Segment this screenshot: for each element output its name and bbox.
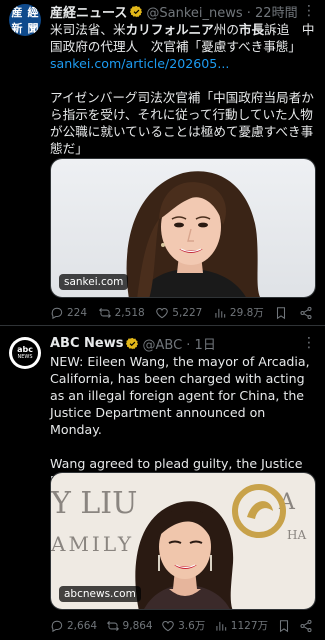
repost-count: 2,518	[114, 306, 145, 319]
like-button[interactable]: 3.6万	[161, 618, 205, 633]
tweet-actions: 2,664 9,864 3.6万 1127万	[50, 618, 313, 633]
verified-gold-icon	[130, 5, 143, 17]
reply-button[interactable]: 2,664	[50, 619, 97, 633]
repost-icon	[98, 307, 111, 318]
like-count: 5,227	[172, 306, 203, 319]
views-bar-chart-icon	[215, 308, 226, 318]
text-part: 米司法省、米	[50, 22, 126, 37]
view-count: 1127万	[230, 620, 269, 632]
repost-icon	[106, 620, 119, 631]
heart-icon	[156, 307, 169, 318]
avatar-char: 聞	[27, 21, 39, 35]
author-name[interactable]: ABC News	[50, 336, 123, 351]
tweet-text: 米司法省、米カリフォルニア州の市長訴追 中国政府の代理人 次官補「憂慮すべき事態…	[50, 21, 317, 55]
heart-icon	[162, 620, 174, 631]
sankei-avatar[interactable]: 産 經 新 聞	[9, 4, 41, 36]
backdrop-text: HA	[287, 528, 306, 542]
tweet-quote: アイゼンバーグ司法次官補「中国政府当局者から指示を受け、それに従って行動していた…	[50, 90, 314, 156]
logo-text-news: NEWS	[17, 354, 33, 360]
author-name[interactable]: 産経ニュース	[50, 2, 127, 21]
share-icon	[300, 306, 312, 319]
backdrop-text: Y LIU	[51, 486, 137, 521]
tweet-header: ABC News @ABC · 1日 ⋮	[50, 334, 317, 353]
views-button[interactable]: 1127万	[214, 618, 268, 633]
abc-avatar[interactable]: abc NEWS	[9, 337, 41, 369]
views-button[interactable]: 29.8万	[213, 305, 264, 320]
avatar-char: 經	[27, 5, 39, 19]
reply-count: 2,664	[67, 619, 98, 632]
view-count: 29.8万	[229, 307, 264, 319]
views-bar-chart-icon	[216, 621, 226, 631]
repost-button[interactable]: 2,518	[98, 306, 145, 320]
reply-icon	[51, 307, 63, 319]
text-bold: カリフォルニア	[125, 22, 214, 37]
tweet-actions: 224 2,518 5,227 29.8万	[50, 305, 313, 320]
more-options-icon[interactable]: ⋮	[302, 335, 317, 351]
tweet-header: 産経ニュース @Sankei_news · 22時間 ⋮	[50, 2, 317, 21]
link-card-image[interactable]: sankei.com	[50, 158, 316, 298]
share-button[interactable]	[299, 619, 313, 633]
tweet-abc[interactable]: abc NEWS ABC News @ABC · 1日 ⋮ NEW: Eilee…	[0, 326, 325, 640]
share-button[interactable]	[299, 306, 313, 320]
bookmark-icon	[277, 306, 286, 319]
reply-count: 224	[67, 306, 88, 319]
logo-text-abc: abc	[17, 345, 33, 354]
bookmark-button[interactable]	[274, 306, 288, 320]
verified-gold-icon	[126, 337, 139, 349]
author-handle-time[interactable]: @ABC · 1日	[142, 334, 215, 353]
repost-button[interactable]: 9,864	[106, 619, 153, 633]
like-button[interactable]: 5,227	[155, 306, 202, 320]
bookmark-button[interactable]	[277, 619, 291, 633]
media-source-label: abcnews.com	[59, 586, 141, 602]
avatar-char: 新	[11, 21, 23, 35]
share-icon	[300, 619, 312, 632]
reply-button[interactable]: 224	[50, 306, 87, 320]
backdrop-text: AMILY	[51, 532, 134, 556]
avatar-char: 産	[11, 5, 23, 19]
author-handle-time[interactable]: @Sankei_news · 22時間	[146, 2, 297, 21]
abc-news-logo: abc NEWS	[12, 340, 38, 366]
tweet-sankei[interactable]: 産 經 新 聞 産経ニュース @Sankei_news · 22時間 ⋮ 米司法…	[0, 0, 325, 325]
like-count: 3.6万	[178, 620, 206, 632]
text-bold: 市長	[238, 22, 265, 37]
text-part: 州の	[213, 22, 239, 37]
reply-icon	[51, 620, 63, 632]
more-options-icon[interactable]: ⋮	[302, 3, 317, 19]
article-link[interactable]: sankei.com/article/202605...	[50, 55, 317, 72]
link-card-image[interactable]: Y LIU AMILY A HA abcnews.com	[50, 472, 316, 610]
tweet-text: NEW: Eileen Wang, the mayor of Arcadia, …	[50, 354, 310, 488]
repost-count: 9,864	[122, 619, 153, 632]
bookmark-icon	[279, 619, 288, 632]
media-source-label: sankei.com	[59, 274, 129, 290]
